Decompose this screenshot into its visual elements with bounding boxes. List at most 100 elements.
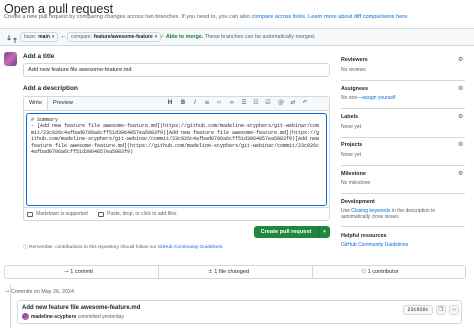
heading-icon[interactable]: H — [166, 99, 174, 107]
commits-on-text: Commits on May 26, 2024 — [11, 289, 74, 295]
projects-label[interactable]: Projects — [341, 142, 362, 148]
unordered-list-icon[interactable]: ☷ — [252, 99, 260, 107]
stats-divider — [158, 266, 159, 278]
assignees-value: No one—assign yourself — [341, 95, 395, 101]
milestone-value: No milestone — [341, 180, 371, 186]
description-label: Add a description — [23, 85, 78, 92]
chevron-down-icon: ▾ — [154, 34, 158, 40]
copy-icon[interactable]: ❐ — [436, 305, 446, 315]
ordered-list-icon[interactable]: ☰ — [240, 99, 248, 107]
sidebar-divider — [341, 165, 465, 166]
tab-write[interactable]: Write — [23, 96, 48, 110]
info-icon: ⓘ — [23, 245, 28, 250]
compare-branch-select[interactable]: compare: feature/awesome-feature ▾ — [67, 32, 162, 42]
markdown-note[interactable]: Markdown is supported — [27, 211, 88, 217]
merge-status: ✓ Able to merge. These branches can be a… — [160, 34, 315, 40]
commit-message[interactable]: Add new feature file awesome-feature.md — [22, 305, 140, 311]
files-stat[interactable]: ± 1 file changed — [208, 269, 249, 275]
sidebar-divider — [341, 108, 465, 109]
quote-icon[interactable]: ≡ — [203, 99, 211, 107]
undo-icon[interactable]: ↶ — [301, 99, 309, 107]
arrow-left-icon: ← — [60, 33, 67, 40]
title-label: Add a title — [23, 53, 55, 60]
chevron-down-icon: ▾ — [51, 34, 55, 40]
commits-stat[interactable]: ⊸ 1 commit — [64, 269, 93, 275]
reference-icon[interactable]: ⇄ — [289, 99, 297, 107]
sidebar-divider — [341, 80, 465, 81]
assign-yourself-link[interactable]: assign yourself — [362, 95, 395, 101]
commit-icon: ⊸ — [64, 269, 69, 275]
remember-note: ⓘ Remember, contributions to this reposi… — [23, 243, 224, 250]
markdown-icon — [27, 211, 33, 217]
labels-label[interactable]: Labels — [341, 114, 358, 120]
labels-value: None yet — [341, 124, 362, 130]
attach-files[interactable]: Paste, drop, or click to add files — [98, 211, 176, 217]
avatar[interactable] — [22, 313, 29, 320]
commit-author: madeline-scyphers committed yesterday — [31, 314, 124, 320]
contributors-stat[interactable]: ⚇ 1 contributor — [361, 269, 399, 275]
description-textarea[interactable]: # Summary - [Add new feature file awesom… — [26, 113, 327, 206]
bold-icon[interactable]: B — [179, 99, 187, 107]
compare-icon — [7, 31, 17, 43]
tab-preview[interactable]: Preview — [48, 96, 78, 110]
reviewers-label[interactable]: Reviewers — [341, 57, 368, 63]
code-icon[interactable]: ‹› — [215, 99, 223, 107]
base-prefix: base: — [24, 34, 37, 40]
projects-value: None yet — [341, 152, 362, 158]
merge-detail-text: These branches can be automatically merg… — [204, 34, 316, 40]
commits-count: 1 commit — [70, 269, 93, 275]
contributors-count: 1 contributor — [367, 269, 399, 275]
avatar — [4, 52, 17, 66]
italic-icon[interactable]: I — [191, 99, 199, 107]
merge-ok-text: ✓ Able to merge. — [160, 34, 204, 40]
milestone-label[interactable]: Milestone — [341, 171, 366, 177]
commits-on-date: ⊸ Commits on May 26, 2024 — [5, 289, 74, 295]
files-count: 1 file changed — [214, 269, 250, 275]
community-guidelines-link[interactable]: GitHub Community Guidelines. — [158, 245, 224, 250]
base-branch-name: main — [38, 34, 50, 40]
assignees-none: No one— — [341, 95, 363, 101]
sidebar-divider — [341, 226, 465, 227]
sidebar-divider — [341, 137, 465, 138]
page-subtitle: Create a new pull request by comparing c… — [4, 14, 409, 20]
helpful-guidelines-link[interactable]: GitHub Community Guidelines — [341, 242, 408, 248]
helpful-link-wrap: GitHub Community Guidelines — [341, 242, 408, 248]
compare-forks-link[interactable]: compare across forks. — [252, 14, 307, 20]
file-diff-icon: ± — [208, 269, 213, 275]
markdown-note-text: Markdown is supported — [36, 211, 88, 217]
reviewers-value: No reviews — [341, 67, 366, 73]
commit-author-name[interactable]: madeline-scyphers — [31, 314, 76, 320]
commit-card — [17, 300, 462, 324]
chevron-down-icon[interactable]: ▾ — [318, 226, 330, 238]
subtitle-text: Create a new pull request by comparing c… — [4, 14, 252, 20]
stats-divider — [312, 266, 313, 278]
remember-text: Remember, contributions to this reposito… — [29, 245, 158, 250]
commit-time: committed yesterday — [77, 314, 124, 320]
development-line2: automatically close issues — [341, 214, 399, 220]
title-input[interactable]: Add new feature file awesome-feature.md — [23, 63, 330, 77]
compare-prefix: compare: — [71, 34, 92, 40]
learn-more-link[interactable]: Learn more about diff comparisons here. — [308, 14, 409, 20]
attach-files-text: Paste, drop, or click to add files — [107, 211, 177, 217]
create-pull-request-label: Create pull request — [260, 229, 312, 235]
link-icon[interactable]: ∞ — [228, 99, 236, 107]
gear-icon[interactable]: ⚙ — [458, 85, 463, 92]
base-branch-select[interactable]: base: main ▾ — [20, 32, 59, 42]
gear-icon[interactable]: ⚙ — [458, 113, 463, 120]
development-label: Development — [341, 199, 375, 205]
assignees-label[interactable]: Assignees — [341, 86, 368, 92]
create-pull-request-button[interactable]: Create pull request ▾ — [254, 226, 330, 238]
mention-icon[interactable]: @ — [277, 99, 285, 107]
browse-icon[interactable]: ‹› — [449, 305, 459, 315]
image-icon — [98, 211, 104, 217]
task-list-icon[interactable]: ☑ — [264, 99, 272, 107]
commit-icon: ⊸ — [5, 289, 10, 295]
compare-branch-name: feature/awesome-feature — [93, 34, 153, 40]
gear-icon[interactable]: ⚙ — [458, 170, 463, 177]
gear-icon[interactable]: ⚙ — [458, 56, 463, 63]
gear-icon[interactable]: ⚙ — [458, 141, 463, 148]
sidebar-divider — [341, 193, 465, 194]
people-icon: ⚇ — [361, 269, 367, 275]
commit-sha-button[interactable]: 23c926c — [403, 305, 433, 315]
helpful-resources-label: Helpful resources — [341, 233, 387, 239]
